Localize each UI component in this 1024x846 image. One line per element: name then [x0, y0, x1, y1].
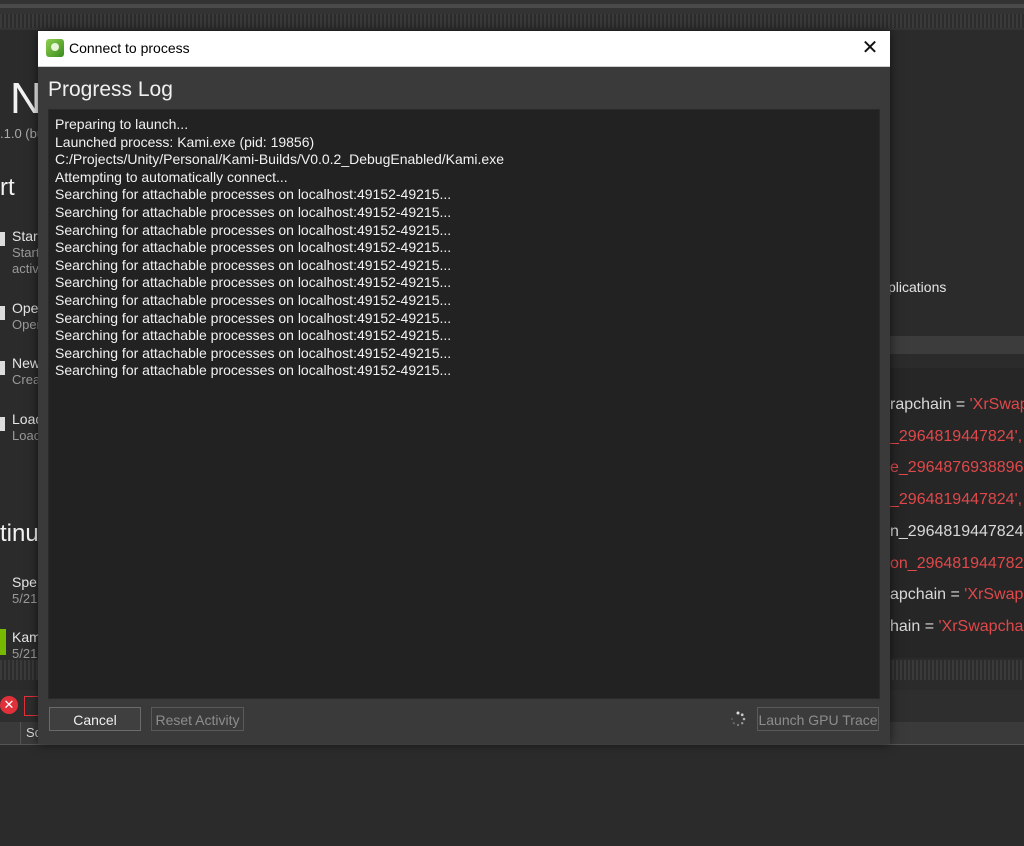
launch-gpu-trace-button[interactable]: Launch GPU Trace — [757, 707, 879, 731]
load-icon — [0, 417, 5, 431]
panel-header — [890, 336, 1024, 354]
recent-item-title[interactable]: Spe — [12, 574, 37, 590]
recent-item-title[interactable]: Kam — [12, 629, 41, 645]
code-line: on_296481944782 — [890, 555, 1024, 572]
close-button[interactable]: ✕ — [850, 31, 890, 66]
log-lines: Preparing to launch... Launched process: … — [49, 116, 504, 380]
reset-activity-button[interactable]: Reset Activity — [151, 707, 244, 731]
start-activity-subtitle-2: activ — [12, 261, 39, 276]
log-line: Searching for attachable processes on lo… — [55, 291, 452, 308]
log-line: Searching for attachable processes on lo… — [55, 186, 452, 203]
error-filter-icon[interactable]: ✕ — [0, 696, 18, 714]
dialog-titlebar[interactable]: Connect to process ✕ — [38, 31, 890, 67]
log-line: Preparing to launch... — [55, 116, 189, 132]
column-divider[interactable] — [20, 722, 21, 744]
log-line: Searching for attachable processes on lo… — [55, 274, 452, 291]
app-title: N — [10, 74, 42, 123]
open-subtitle: Oper — [12, 317, 41, 332]
log-line: Searching for attachable processes on lo… — [55, 203, 452, 220]
open-title[interactable]: Ope — [12, 300, 38, 316]
log-line: Searching for attachable processes on lo… — [55, 256, 452, 273]
start-activity-icon — [0, 232, 5, 246]
log-line: Searching for attachable processes on lo… — [55, 221, 452, 238]
log-line: Launched process: Kami.exe (pid: 19856) — [55, 133, 315, 150]
bottom-panel — [0, 745, 1024, 846]
dialog-title: Connect to process — [69, 40, 190, 56]
connect-to-process-dialog: Connect to process ✕ Progress Log Prepar… — [38, 31, 890, 744]
new-title[interactable]: New — [12, 355, 40, 371]
log-line: C:/Projects/Unity/Personal/Kami-Builds/V… — [55, 151, 505, 168]
code-line: _2964819447824', — [890, 491, 1023, 508]
log-line: Searching for attachable processes on lo… — [55, 362, 452, 379]
code-line: apchain = 'XrSwap — [890, 586, 1024, 603]
recent-item-date: 5/21 — [12, 591, 38, 606]
cancel-button[interactable]: Cancel — [49, 707, 141, 731]
log-line: Searching for attachable processes on lo… — [55, 327, 452, 344]
progress-log[interactable]: Preparing to launch... Launched process: … — [48, 109, 880, 699]
new-subtitle: Crea — [12, 372, 41, 387]
top-bar-stripe — [0, 4, 1024, 8]
progress-log-heading: Progress Log — [48, 78, 173, 101]
start-heading: rt — [0, 174, 15, 201]
code-line: n_2964819447824 — [890, 523, 1024, 540]
log-line: Attempting to automatically connect... — [55, 168, 288, 185]
log-line: Searching for attachable processes on lo… — [55, 344, 452, 361]
code-view: rapchain = 'XrSwap _2964819447824', e_29… — [890, 368, 1024, 658]
log-line: Searching for attachable processes on lo… — [55, 309, 452, 326]
code-line: e_2964876938896 — [890, 459, 1024, 476]
new-icon — [0, 361, 5, 375]
code-line: _2964819447824', — [890, 428, 1023, 445]
nvidia-nsight-icon — [46, 39, 64, 57]
app-top-bar — [0, 0, 1024, 30]
top-bar-grip — [0, 14, 1024, 28]
recent-item-date: 5/21 — [12, 646, 38, 661]
load-subtitle: Loac — [12, 428, 41, 443]
code-line: hain = 'XrSwapcha — [890, 618, 1024, 635]
continue-heading: tinu — [0, 520, 39, 547]
kami-project-icon — [0, 629, 6, 655]
code-line: rapchain = 'XrSwap — [890, 396, 1024, 413]
start-activity-subtitle: Start — [12, 245, 40, 260]
open-icon — [0, 306, 5, 320]
loading-spinner-icon — [730, 711, 746, 727]
log-line: Searching for attachable processes on lo… — [55, 239, 452, 256]
applications-link[interactable]: plications — [888, 279, 946, 295]
start-activity-title[interactable]: Star — [12, 228, 38, 244]
